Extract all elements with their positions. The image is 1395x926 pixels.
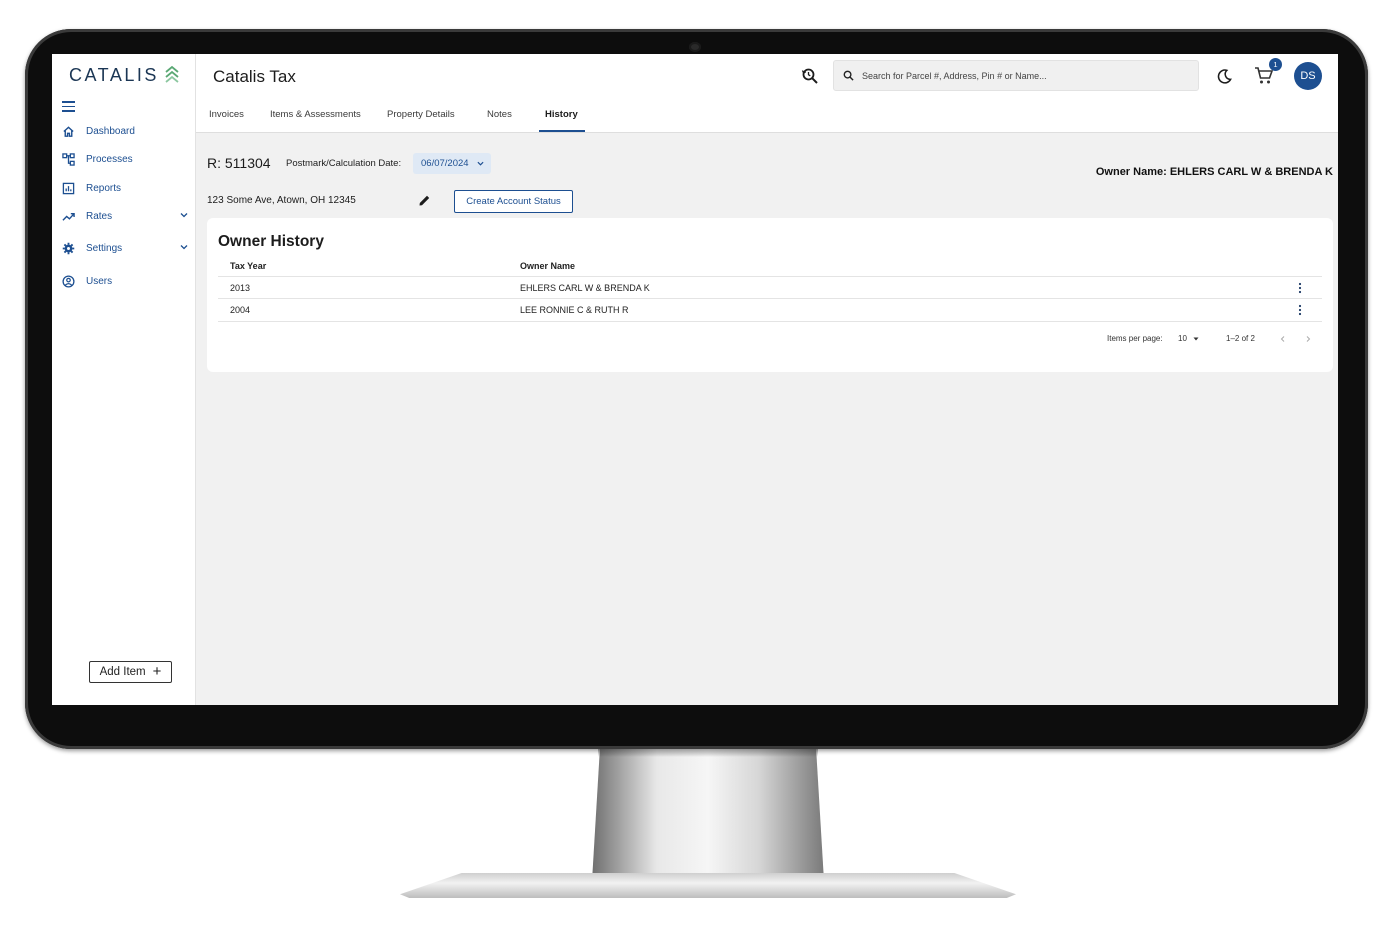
account-id: R: 511304 — [207, 155, 271, 171]
search-icon — [843, 70, 854, 81]
postmark-date-value: 06/07/2024 — [421, 158, 469, 169]
owner-name-cell: LEE RONNIE C & RUTH R — [520, 305, 629, 315]
sidebar-item-dashboard[interactable]: Dashboard — [62, 123, 188, 139]
sidebar-item-settings[interactable]: Settings — [62, 240, 188, 256]
gear-icon — [62, 242, 75, 254]
logo-chevrons-icon — [165, 66, 179, 83]
chevron-down-icon — [477, 161, 484, 166]
property-address: 123 Some Ave, Atown, OH 12345 — [207, 195, 356, 206]
items-per-page-label: Items per page: — [1107, 334, 1163, 343]
cart-count-badge: 1 — [1269, 58, 1282, 71]
sidebar-item-label: Rates — [86, 210, 113, 222]
search-bar[interactable] — [833, 60, 1199, 91]
tab-invoices[interactable]: Invoices — [209, 109, 244, 120]
sidebar-item-users[interactable]: Users — [62, 273, 188, 289]
sidebar-item-rates[interactable]: Rates — [62, 208, 188, 224]
table-row: 2013 EHLERS CARL W & BRENDA K — [218, 276, 1322, 299]
column-header-owner-name: Owner Name — [520, 261, 576, 271]
create-account-status-button[interactable]: Create Account Status — [454, 190, 573, 213]
more-vert-icon[interactable] — [1296, 282, 1304, 294]
webcam — [689, 42, 701, 52]
previous-page-icon[interactable] — [1280, 336, 1286, 342]
add-item-button[interactable]: Add Item + — [89, 661, 172, 683]
owner-history-title: Owner History — [218, 233, 324, 250]
processes-icon — [62, 152, 75, 166]
logo-text: CATALIS — [69, 64, 159, 85]
add-item-label: Add Item — [99, 666, 146, 678]
pagination-range: 1–2 of 2 — [1226, 334, 1255, 343]
app-header: Catalis Tax 1 DS Invoices Items & Assess… — [196, 54, 1338, 133]
next-page-icon[interactable] — [1305, 336, 1311, 342]
sidebar-item-reports[interactable]: Reports — [62, 180, 188, 196]
sidebar-item-processes[interactable]: Processes — [62, 151, 188, 167]
sidebar-item-label: Users — [86, 275, 113, 287]
user-circle-icon — [62, 274, 75, 288]
sidebar-item-label: Dashboard — [86, 125, 135, 137]
monitor-stand-base — [400, 873, 1016, 898]
owner-name-cell: EHLERS CARL W & BRENDA K — [520, 283, 650, 293]
caret-down-icon — [1193, 337, 1199, 341]
sidebar-item-label: Processes — [86, 153, 133, 165]
owner-name: Owner Name: EHLERS CARL W & BRENDA K — [1095, 166, 1333, 178]
chevron-down-icon — [180, 213, 188, 218]
home-icon — [63, 125, 74, 137]
user-avatar[interactable]: DS — [1294, 62, 1322, 90]
reports-icon — [62, 182, 75, 194]
more-vert-icon[interactable] — [1296, 304, 1304, 316]
dark-mode-toggle-icon[interactable] — [1216, 68, 1233, 85]
sidebar: CATALIS Dashboard Processes Reports Rate… — [52, 54, 196, 705]
app-title: Catalis Tax — [213, 67, 296, 86]
owner-history-card: Owner History Tax Year Owner Name 2013 E… — [207, 218, 1333, 372]
tab-bar: Invoices Items & Assessments Property De… — [196, 104, 896, 132]
active-tab-indicator — [539, 130, 585, 132]
table-row: 2004 LEE RONNIE C & RUTH R — [218, 298, 1322, 322]
tab-items-assessments[interactable]: Items & Assessments — [270, 109, 361, 120]
search-history-icon[interactable] — [801, 67, 819, 85]
tax-year-cell: 2013 — [230, 283, 251, 293]
catalis-logo[interactable]: CATALIS — [69, 64, 179, 86]
trending-up-icon — [62, 212, 75, 221]
postmark-date-select[interactable]: 06/07/2024 — [413, 153, 491, 174]
plus-icon: + — [152, 663, 162, 680]
edit-pencil-icon[interactable] — [418, 194, 431, 207]
sidebar-item-label: Settings — [86, 242, 123, 254]
monitor-stand-neck — [592, 749, 824, 881]
tab-history[interactable]: History — [545, 109, 578, 120]
screen: CATALIS Dashboard Processes Reports Rate… — [52, 54, 1338, 705]
tab-notes[interactable]: Notes — [487, 109, 512, 120]
tab-property-details[interactable]: Property Details — [387, 109, 455, 120]
chevron-down-icon — [180, 245, 188, 250]
column-header-tax-year: Tax Year — [230, 261, 267, 271]
tax-year-cell: 2004 — [230, 305, 251, 315]
postmark-date-label: Postmark/Calculation Date: — [286, 158, 402, 169]
monitor-stand-shadow — [598, 749, 818, 757]
sidebar-item-label: Reports — [86, 182, 122, 194]
menu-toggle-icon[interactable] — [62, 101, 75, 113]
items-per-page-select[interactable]: 10 — [1178, 334, 1187, 343]
search-input[interactable] — [862, 70, 1182, 81]
